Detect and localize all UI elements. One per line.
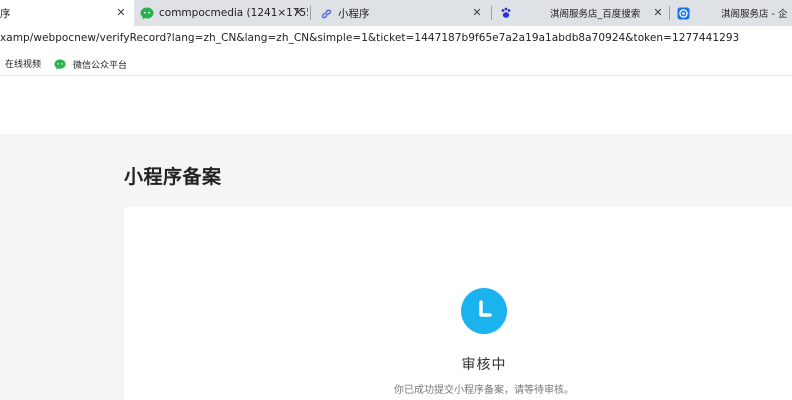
baidu-paw-icon — [499, 6, 513, 20]
miniprogram-icon — [319, 6, 333, 20]
close-icon[interactable]: ✕ — [651, 6, 665, 20]
browser-globe-icon — [676, 6, 690, 20]
tab-title: 序 — [0, 7, 11, 20]
bookmark-wechat-mp[interactable]: 微信公众平台 — [53, 57, 127, 71]
tab-commpocmedia[interactable]: commpocmedia (1241×1755) ✕ — [137, 0, 308, 26]
bookmarks-bar: 在线视频 微信公众平台 — [0, 52, 792, 76]
tab-miniprogram[interactable]: 小程序 ✕ — [317, 0, 489, 26]
bookmark-label: 微信公众平台 — [73, 60, 128, 71]
tab-separator — [310, 6, 311, 20]
tab-title: 淇阁服务店 - 企 — [721, 9, 788, 20]
tab-last[interactable]: 淇阁服务店 - 企 — [676, 0, 792, 26]
tab-strip: 序 ✕ commpocmedia (1241×1755) ✕ 小程序 ✕ 淇阁服… — [0, 0, 792, 26]
status-title: 审核中 — [461, 357, 507, 373]
page-title: 小程序备案 — [124, 166, 222, 188]
tab-baidu-search[interactable]: 淇阁服务店_百度搜索 ✕ — [547, 0, 669, 26]
url-text[interactable]: xamp/webpocnew/verifyRecord?lang=zh_CN&l… — [0, 32, 739, 44]
page-header-area — [0, 77, 792, 134]
close-icon[interactable]: ✕ — [291, 6, 305, 20]
tab-separator — [491, 6, 492, 20]
status-description: 你已成功提交小程序备案，请等待审核。 — [394, 385, 574, 396]
tab-title: 小程序 — [338, 7, 370, 20]
tab-active[interactable]: 序 ✕ — [0, 0, 134, 26]
wechat-icon — [140, 6, 154, 20]
tab-title: 淇阁服务店_百度搜索 — [550, 9, 641, 20]
bookmark-online-video[interactable]: 在线视频 — [5, 57, 41, 70]
address-bar[interactable]: xamp/webpocnew/verifyRecord?lang=zh_CN&l… — [0, 26, 792, 52]
wechat-icon — [53, 57, 67, 71]
close-icon[interactable]: ✕ — [470, 6, 484, 20]
tab-separator — [669, 6, 670, 20]
bookmark-label: 在线视频 — [5, 60, 42, 70]
tab-title: commpocmedia (1241×1755) — [159, 7, 308, 19]
clock-icon — [461, 288, 507, 334]
close-icon[interactable]: ✕ — [114, 6, 128, 20]
tab-baidu[interactable] — [497, 0, 531, 26]
